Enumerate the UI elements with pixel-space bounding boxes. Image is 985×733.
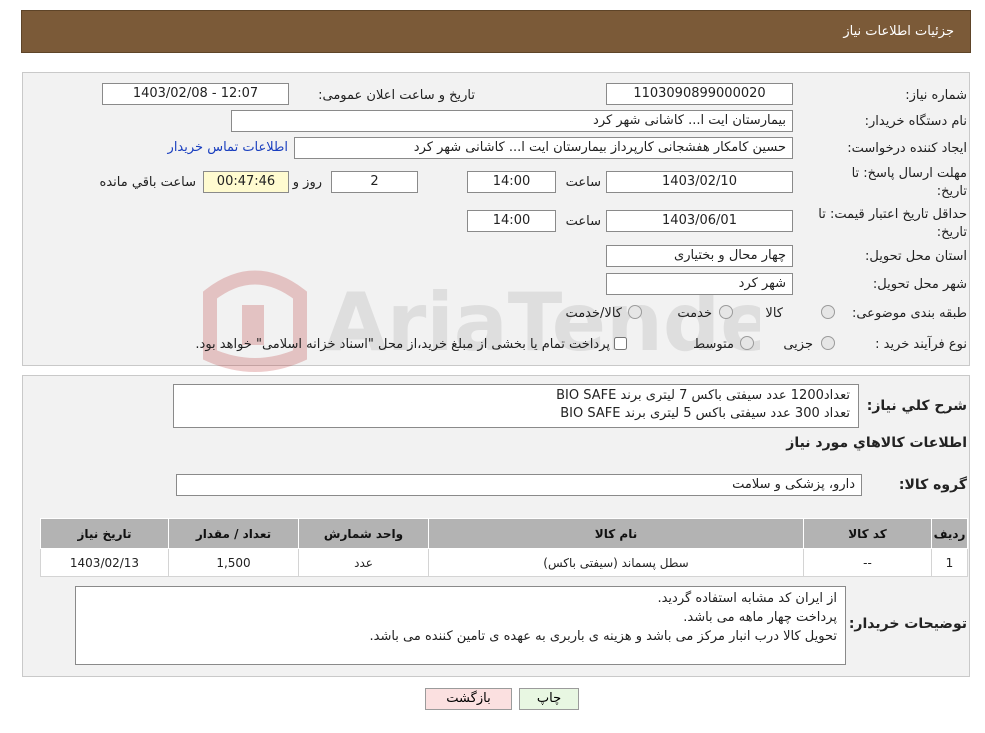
buyer-notes-label: توضیحات خریدار: — [848, 616, 967, 632]
col-name: نام کالا — [428, 518, 804, 549]
cell-code: -- — [803, 548, 932, 577]
creator-field: حسین کامکار هفشجانی کارپرداز بیمارستان ا… — [294, 137, 793, 159]
back-button[interactable]: بازگشت — [425, 688, 512, 710]
print-button[interactable]: چاپ — [519, 688, 579, 710]
buyer-notes-box[interactable]: از ایران کد مشابه استفاده گردید. پرداخت … — [75, 586, 846, 665]
validity-date-field: 1403/06/01 — [606, 210, 793, 232]
category-radio-service[interactable] — [719, 305, 733, 319]
validity-time-label: ساعت — [565, 214, 601, 229]
announce-label: تاریخ و ساعت اعلان عمومی: — [318, 88, 475, 103]
deadline-label: مهلت ارسال پاسخ: تا — [851, 166, 967, 181]
note-line-2: پرداخت چهار ماهه می باشد. — [683, 610, 837, 625]
need-number-field: 1103090899000020 — [606, 83, 793, 105]
note-line-3: تحویل کالا درب انبار مرکز می باشد و هزین… — [369, 629, 837, 644]
process-option-minor: جزیی — [783, 337, 813, 352]
goods-info-title: اطلاعات کالاهاي مورد نياز — [786, 435, 967, 451]
days-label: روز و — [292, 175, 322, 190]
validity-label: حداقل تاریخ اعتبار قیمت: تا — [818, 207, 967, 222]
deadline-time-label: ساعت — [565, 175, 601, 190]
category-option-goods-service: کالا/خدمت — [565, 306, 622, 321]
cell-name: سطل پسماند (سیفتی باکس) — [428, 548, 804, 577]
desc-line-2: تعداد 300 عدد سیفتی باکس 5 لیتری برند BI… — [560, 406, 850, 421]
table-row: 1 -- سطل پسماند (سیفتی باکس) عدد 1,500 1… — [40, 548, 968, 577]
validity-time-field: 14:00 — [467, 210, 556, 232]
col-qty: تعداد / مقدار — [168, 518, 299, 549]
remaining-time-field: 00:47:46 — [203, 171, 289, 193]
goods-group-label: گروه کالا: — [898, 477, 967, 493]
process-radio-minor[interactable] — [821, 336, 835, 350]
general-desc-box[interactable]: تعداد1200 عدد سیفتی باکس 7 لیتری برند BI… — [173, 384, 859, 428]
col-unit: واحد شمارش — [298, 518, 429, 549]
deadline-time-field: 14:00 — [467, 171, 556, 193]
validity-label-2: تاریخ: — [936, 225, 967, 240]
category-radio-goods[interactable] — [821, 305, 835, 319]
treasury-checkbox[interactable] — [614, 337, 627, 350]
province-label: استان محل تحویل: — [865, 249, 967, 264]
cell-row: 1 — [931, 548, 968, 577]
announce-field: 1403/02/08 - 12:07 — [102, 83, 289, 105]
buyer-contact-link[interactable]: اطلاعات تماس خریدار — [168, 140, 288, 155]
process-note: پرداخت تمام یا بخشی از مبلغ خرید،از محل … — [195, 337, 610, 352]
cell-unit: عدد — [298, 548, 429, 577]
remaining-label: ساعت باقي مانده — [99, 175, 196, 190]
category-option-service: خدمت — [677, 306, 712, 321]
page-title: جزئیات اطلاعات نیاز — [843, 24, 954, 39]
deadline-label-2: تاریخ: — [936, 184, 967, 199]
need-number-label: شماره نیاز: — [905, 88, 967, 103]
process-radio-medium[interactable] — [740, 336, 754, 350]
cell-qty: 1,500 — [168, 548, 299, 577]
days-field: 2 — [331, 171, 418, 193]
province-field: چهار محال و بختیاری — [606, 245, 793, 267]
page-header: جزئیات اطلاعات نیاز — [21, 10, 971, 53]
goods-table: رديف کد کالا نام کالا واحد شمارش تعداد /… — [40, 518, 968, 577]
buyer-org-label: نام دستگاه خریدار: — [864, 114, 967, 129]
city-label: شهر محل تحویل: — [872, 277, 967, 292]
city-field: شهر کرد — [606, 273, 793, 295]
col-code: کد کالا — [803, 518, 932, 549]
category-label: طبقه بندی موضوعی: — [851, 306, 967, 321]
cell-date: 1403/02/13 — [40, 548, 169, 577]
col-row: رديف — [931, 518, 968, 549]
col-date: تاریخ نیاز — [40, 518, 169, 549]
desc-line-1: تعداد1200 عدد سیفتی باکس 7 لیتری برند BI… — [556, 388, 850, 403]
note-line-1: از ایران کد مشابه استفاده گردید. — [657, 591, 837, 606]
category-option-goods: کالا — [765, 306, 783, 321]
general-desc-label: شرح کلي نياز: — [866, 398, 967, 414]
buyer-org-field: بیمارستان ایت ا... کاشانی شهر کرد — [231, 110, 793, 132]
process-option-medium: متوسط — [693, 337, 734, 352]
goods-group-field: دارو، پزشکی و سلامت — [176, 474, 862, 496]
deadline-date-field: 1403/02/10 — [606, 171, 793, 193]
category-radio-goods-service[interactable] — [628, 305, 642, 319]
creator-label: ایجاد کننده درخواست: — [847, 141, 967, 156]
process-label: نوع فرآیند خرید : — [875, 337, 967, 352]
